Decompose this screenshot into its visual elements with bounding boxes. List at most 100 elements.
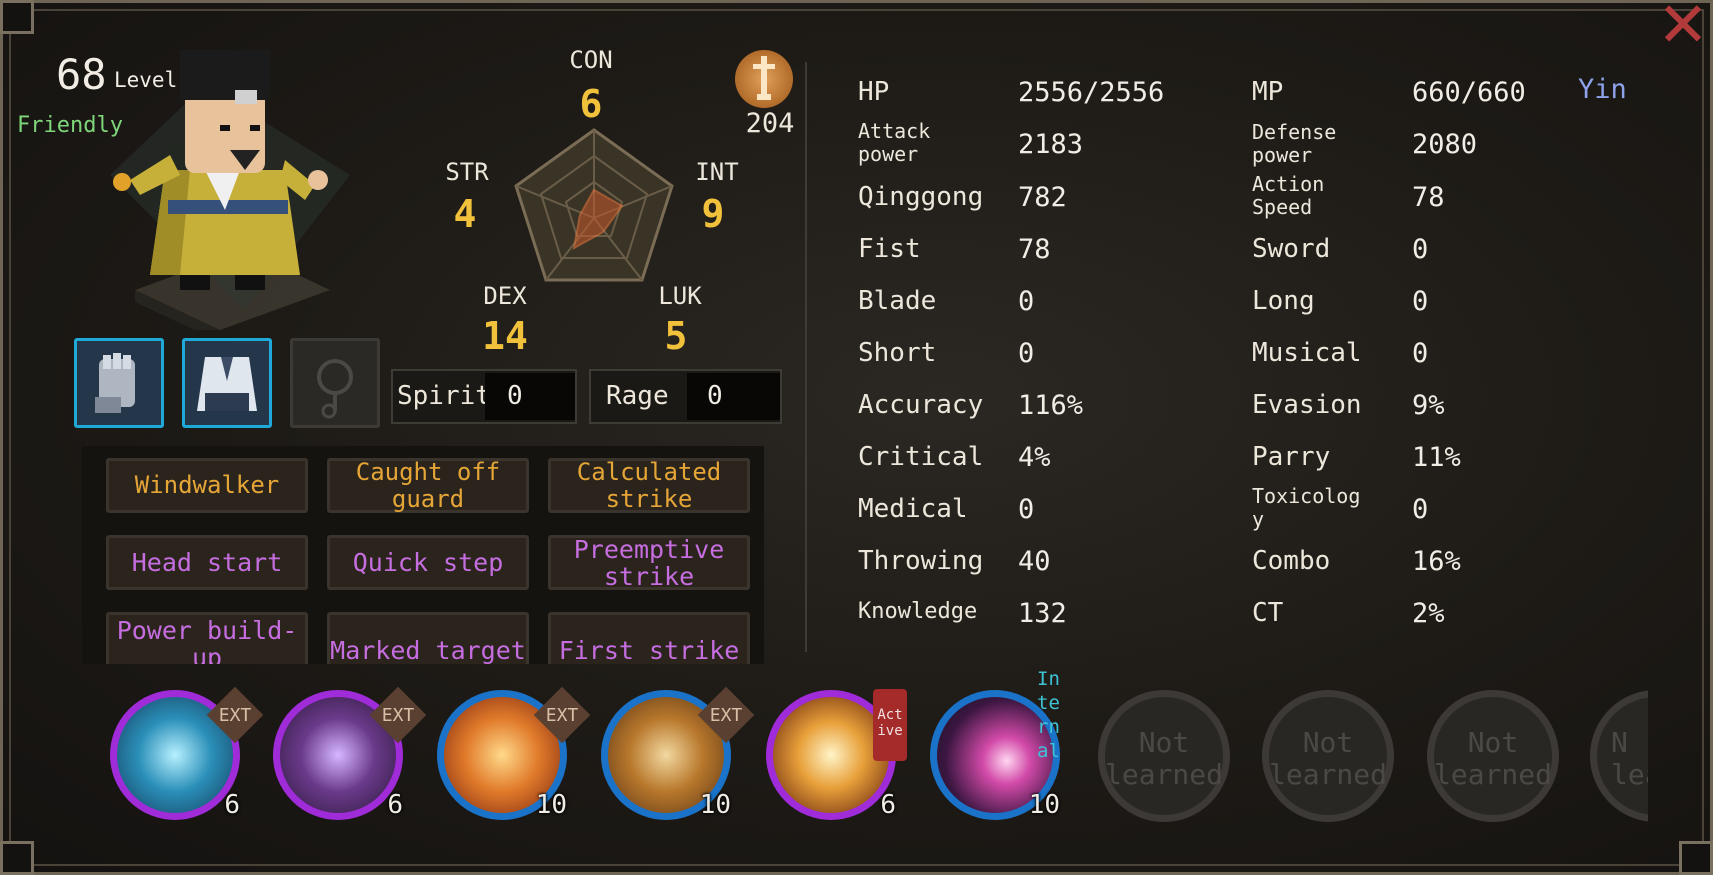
attr-label: Parry — [1252, 442, 1331, 472]
attr-label: Critical — [858, 442, 984, 472]
stat-luk-label: LUK — [658, 282, 702, 310]
trait-button[interactable]: First strike — [548, 612, 750, 664]
skill-slot-not-learned[interactable]: Not learned — [1427, 690, 1559, 822]
column-divider — [805, 62, 807, 652]
stat-str-label: STR — [445, 158, 489, 186]
skill-slot-not-learned[interactable]: Not learned — [1262, 690, 1394, 822]
attr-label: Defense power — [1252, 120, 1337, 167]
skill-slot-not-learned[interactable]: Not learned — [1098, 690, 1230, 822]
skill-slot[interactable]: EXT 6 — [110, 686, 264, 820]
ext-label: EXT — [709, 705, 743, 726]
trait-button[interactable]: Quick step — [327, 535, 529, 590]
inner-energy-type: Yin — [1578, 74, 1627, 105]
attr-label: Accuracy — [858, 390, 984, 420]
attr-label: Toxicology — [1252, 484, 1361, 531]
trait-button[interactable]: Head start — [106, 535, 308, 590]
rage-label: Rage — [606, 381, 669, 411]
frame-corner-top-left — [0, 0, 34, 34]
stat-int-value: 9 — [701, 192, 725, 236]
trait-button[interactable]: Windwalker — [106, 458, 308, 513]
attr-value: 0 — [1412, 338, 1429, 369]
attr-value: 2183 — [1018, 129, 1084, 160]
skill-slot[interactable]: EXT 6 — [273, 686, 427, 820]
internal-badge: In te rn al — [1037, 668, 1060, 762]
skill-slot[interactable]: EXT 10 — [437, 686, 591, 820]
equip-slot-gauntlet[interactable] — [74, 338, 164, 428]
skill-level: 6 — [387, 790, 403, 820]
attr-label: Knowledge — [858, 599, 978, 624]
stat-con-value: 6 — [579, 82, 603, 126]
skill-level: 6 — [880, 790, 896, 820]
attr-label: Evasion — [1252, 390, 1362, 420]
ext-label: EXT — [218, 705, 252, 726]
trait-button[interactable]: Calculated strike — [548, 458, 750, 513]
attr-label: Combo — [1252, 546, 1331, 576]
attr-label: Short — [858, 338, 937, 368]
spirit-value: 0 — [507, 381, 523, 411]
attr-value: 0 — [1412, 234, 1429, 265]
spirit-label: Spirit — [397, 381, 491, 411]
skill-level: 10 — [535, 790, 567, 820]
character-panel: ✕ 68 Level Friendly CON 6 STR 4 INT 9 DE… — [0, 0, 1713, 875]
attr-value: 2080 — [1412, 129, 1478, 160]
attr-value: 11% — [1412, 442, 1461, 473]
stat-dex-label: DEX — [483, 282, 527, 310]
rage-value: 0 — [707, 381, 723, 411]
attr-label: Fist — [858, 234, 921, 264]
robe-icon — [197, 357, 257, 411]
skill-slot[interactable]: In te rn al 10 — [930, 668, 1060, 820]
trait-button[interactable]: Marked target — [327, 612, 529, 664]
attr-label: Sword — [1252, 234, 1331, 264]
attr-value: 660/660 — [1412, 77, 1526, 108]
close-icon[interactable]: ✕ — [1653, 0, 1713, 60]
stat-str-value: 4 — [453, 192, 477, 236]
frame-corner-bottom-left — [0, 841, 34, 875]
attr-value: 78 — [1412, 182, 1445, 213]
attr-value: 132 — [1018, 598, 1067, 629]
sword-emblem-icon — [735, 50, 793, 108]
spirit-value-box — [485, 373, 575, 420]
attr-label: Action Speed — [1252, 172, 1325, 219]
attitude-label: Friendly — [17, 113, 123, 138]
rage-meter: Rage 0 — [589, 369, 782, 424]
attr-label: Blade — [858, 286, 937, 316]
frame-corner-bottom-right — [1679, 841, 1713, 875]
skill-slot[interactable]: Act ive 6 — [766, 689, 907, 820]
attr-label: Throwing — [858, 546, 984, 576]
attr-value: 0 — [1018, 286, 1035, 317]
level-number: 68 — [56, 50, 107, 99]
attr-value: 4% — [1018, 442, 1051, 473]
equip-slot-accessory-empty[interactable] — [290, 338, 380, 428]
attr-value: 40 — [1018, 546, 1051, 577]
attr-label: Long — [1252, 286, 1315, 316]
attr-label: Musical — [1252, 338, 1362, 368]
attr-value: 2556/2556 — [1018, 77, 1165, 108]
attr-value: 116% — [1018, 390, 1084, 421]
active-badge: Act ive — [873, 689, 907, 761]
attr-value: 2% — [1412, 598, 1445, 629]
stat-radar-chart — [514, 128, 674, 282]
character-portrait — [110, 50, 350, 330]
attr-label: MP — [1252, 77, 1284, 107]
attr-value: 78 — [1018, 234, 1051, 265]
ext-label: EXT — [381, 705, 415, 726]
attr-value: 0 — [1018, 338, 1035, 369]
attr-label: Qinggong — [858, 182, 984, 212]
accessory-icon — [317, 359, 353, 419]
attr-value: 16% — [1412, 546, 1461, 577]
trait-button[interactable]: Caught off guard — [327, 458, 529, 513]
stat-int-label: INT — [695, 158, 739, 186]
attr-label: Medical — [858, 494, 968, 524]
skill-level: 10 — [1028, 790, 1060, 820]
attr-label: Attack power — [858, 119, 931, 166]
equip-slot-robe[interactable] — [182, 338, 272, 428]
emblem-value: 204 — [745, 108, 795, 139]
trait-button[interactable]: Preemptive strike — [548, 535, 750, 590]
stat-con-label: CON — [569, 46, 613, 74]
attr-label: HP — [858, 77, 890, 107]
spirit-meter: Spirit 0 — [391, 369, 577, 424]
skill-slot[interactable]: EXT 10 — [601, 686, 755, 820]
trait-button[interactable]: Power build-up — [106, 612, 308, 664]
skill-slot-not-learned-partial[interactable]: Nlea — [1590, 690, 1648, 825]
skill-level: 6 — [224, 790, 240, 820]
